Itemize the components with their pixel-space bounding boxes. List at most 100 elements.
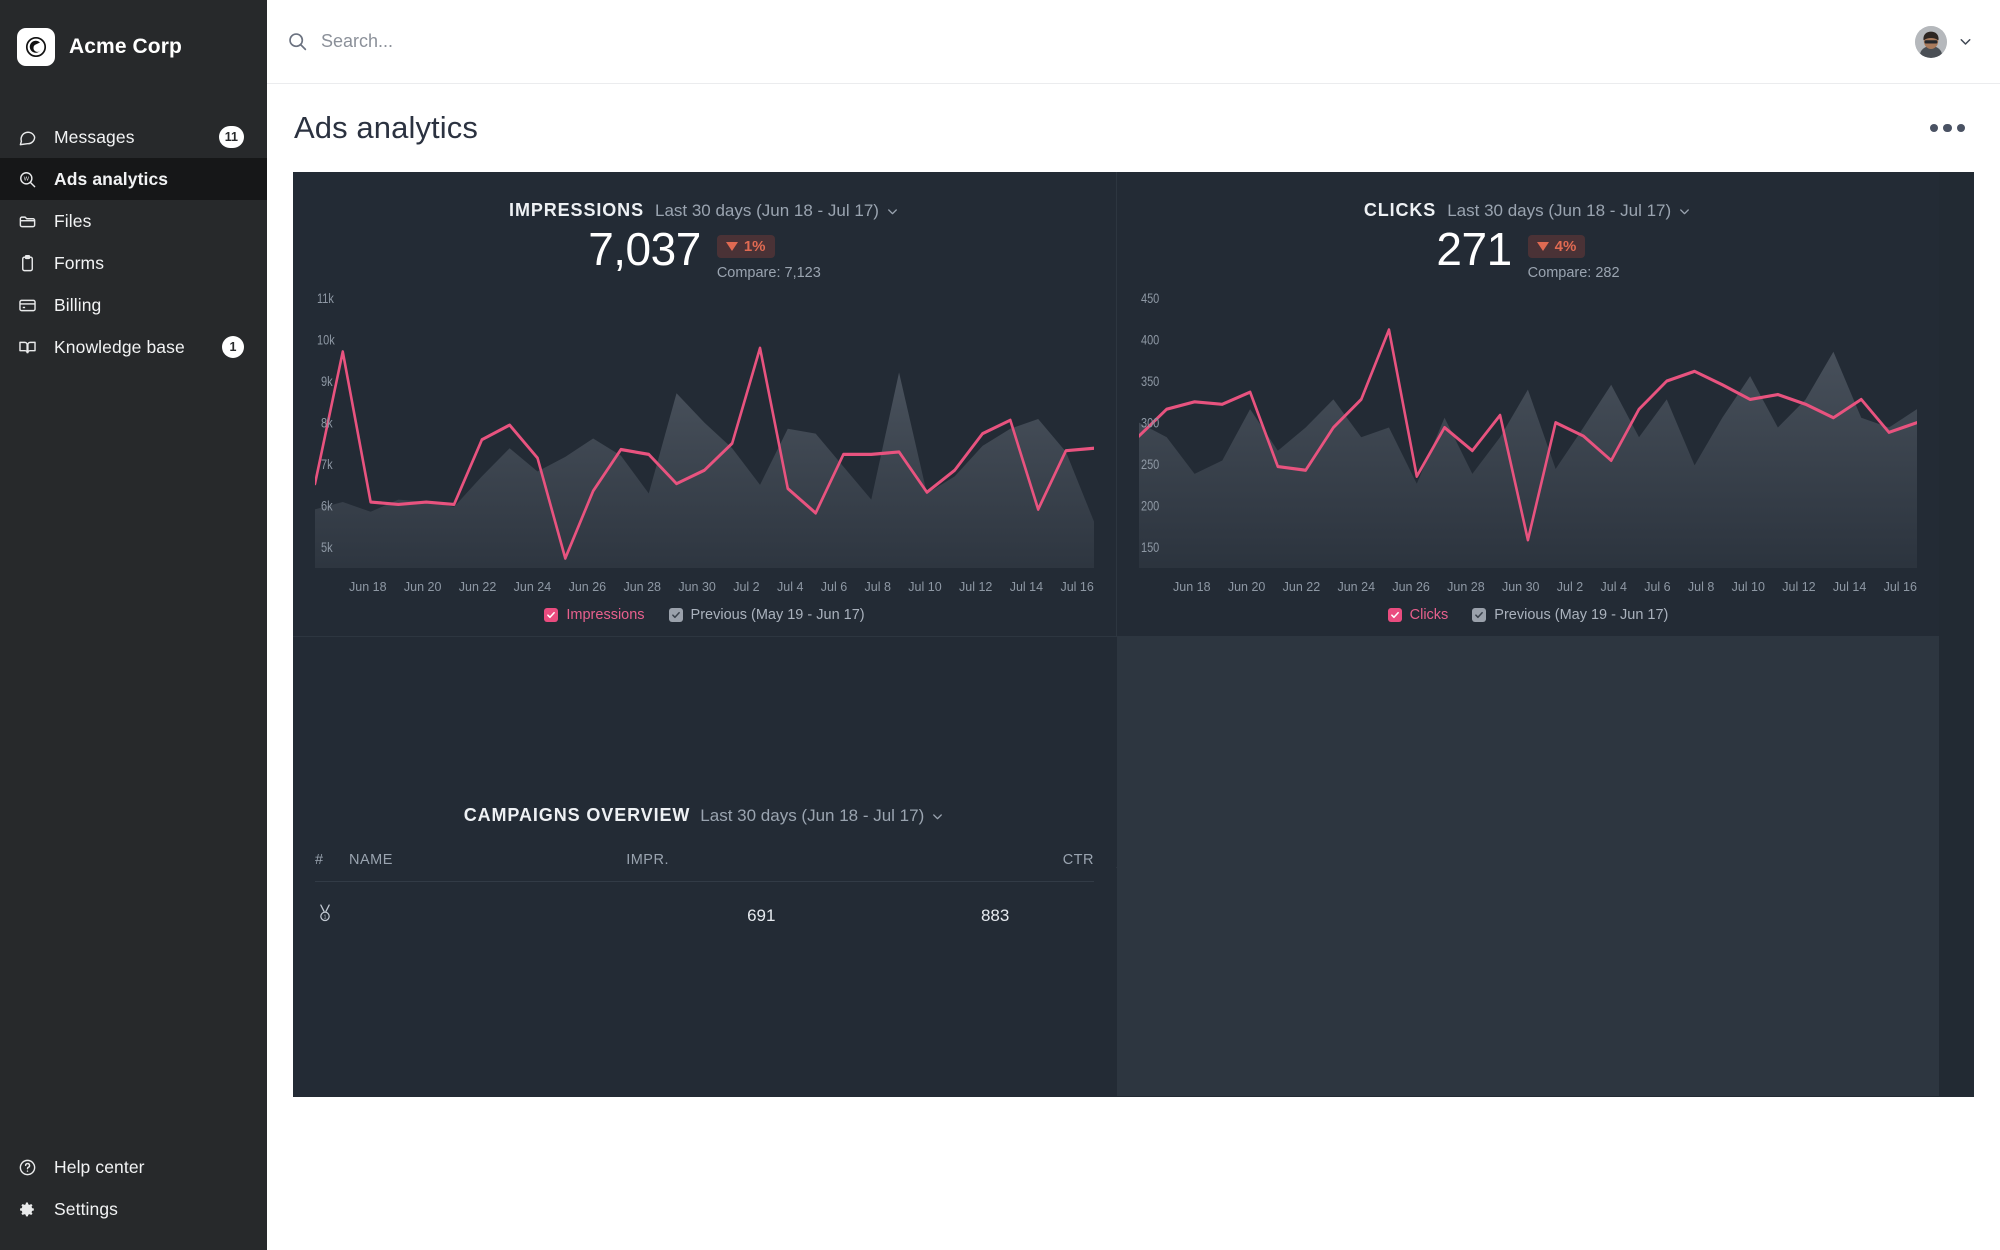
svg-text:5k: 5k — [321, 540, 333, 555]
triangle-down-icon — [725, 242, 738, 251]
sidebar-badge-knowledge-base: 1 — [222, 336, 244, 358]
compare-label: Compare: 7,123 — [716, 265, 821, 281]
svg-text:350: 350 — [1141, 374, 1159, 389]
sidebar-item-label: Ads analytics — [54, 168, 169, 189]
delta-value: 4% — [1554, 238, 1577, 255]
svg-text:400: 400 — [1141, 332, 1159, 347]
search-bar[interactable] — [287, 31, 1915, 52]
x-tick: Jul 4 — [1600, 580, 1627, 594]
svg-text:300: 300 — [1141, 415, 1159, 430]
sidebar-badge-messages: 11 — [218, 126, 244, 148]
checkbox-checked-icon[interactable] — [1472, 608, 1487, 622]
kpi-card-cost-per-conv: COST / CONV. Last 30 days (Jun 18 - Jul … — [1116, 868, 1117, 1096]
sidebar-item-label: Help center — [54, 1156, 145, 1177]
x-tick: Jun 24 — [1337, 580, 1376, 594]
legend-item-previous[interactable]: Previous (May 19 - Jun 17) — [668, 607, 865, 623]
legend-label: Impressions — [566, 607, 645, 623]
page-content: Ads analytics IMPRESSIONS Last 30 days (… — [267, 84, 2000, 1250]
x-tick: Jun 28 — [623, 580, 661, 594]
column-header-rank[interactable]: # — [315, 852, 349, 882]
x-tick: Jul 6 — [1644, 580, 1671, 594]
column-header-impr[interactable]: IMPR. — [626, 852, 896, 882]
x-tick: Jun 18 — [349, 580, 387, 594]
dot — [1943, 123, 1952, 133]
sidebar-bottom-nav: Help center Settings — [0, 1146, 267, 1230]
name-cell — [349, 882, 626, 929]
legend-item-clicks[interactable]: Clicks — [1387, 607, 1449, 623]
campaigns-table-head: # NAME IMPR. CTR — [315, 852, 1094, 882]
date-range-selector[interactable]: Last 30 days (Jun 18 - Jul 17) — [655, 201, 900, 221]
svg-text:7k: 7k — [321, 457, 333, 472]
legend-item-previous[interactable]: Previous (May 19 - Jun 17) — [1472, 607, 1668, 623]
sidebar-item-files[interactable]: Files — [0, 200, 267, 242]
help-circle-icon — [17, 1157, 37, 1177]
legend-item-impressions[interactable]: Impressions — [544, 607, 645, 623]
date-range-label: Last 30 days (Jun 18 - Jul 17) — [654, 201, 879, 220]
date-range-selector[interactable]: Last 30 days (Jun 18 - Jul 17) — [1447, 201, 1692, 221]
campaigns-header: CAMPAIGNS OVERVIEW Last 30 days (Jun 18 … — [315, 805, 1094, 826]
kpi-row-top: AVG. CPC Last 30 days (Jun 18 - Jul 17) … — [1116, 637, 1117, 867]
legend-label: Previous (May 19 - Jun 17) — [690, 607, 865, 623]
x-tick: Jul 16 — [1060, 580, 1094, 594]
impressions-delta-group: 1% Compare: 7,123 — [716, 223, 821, 281]
checkbox-checked-icon[interactable] — [1387, 608, 1402, 622]
status-badge: 1% — [716, 235, 775, 258]
x-tick: Jul 6 — [820, 580, 848, 594]
medal-icon: 1 — [315, 903, 335, 923]
dot — [1956, 123, 1965, 133]
impr-cell: 691 — [747, 905, 776, 925]
sidebar-item-messages[interactable]: Messages 11 — [0, 116, 267, 158]
column-header-ctr[interactable]: CTR — [896, 852, 1094, 882]
x-tick: Jul 12 — [1782, 580, 1816, 594]
triangle-down-icon — [1536, 242, 1549, 251]
x-tick: Jun 28 — [1447, 580, 1485, 594]
table-header-row: # NAME IMPR. CTR — [315, 852, 1094, 882]
date-range-selector[interactable]: Last 30 days (Jun 18 - Jul 17) — [700, 806, 945, 826]
sidebar-item-billing[interactable]: Billing — [0, 284, 267, 326]
dot — [1929, 123, 1938, 133]
checkbox-checked-icon[interactable] — [544, 608, 559, 622]
x-tick: Jul 2 — [733, 580, 760, 594]
impressions-legend: Impressions Previous (May 19 - Jun 17) — [315, 594, 1094, 636]
page-header: Ads analytics — [293, 84, 1974, 172]
svg-text:200: 200 — [1141, 499, 1159, 514]
x-tick: Jul 16 — [1883, 580, 1917, 594]
x-tick: Jul 14 — [1009, 580, 1044, 594]
svg-text:W: W — [23, 176, 29, 182]
search-input[interactable] — [321, 31, 741, 52]
date-range-label: Last 30 days (Jun 18 - Jul 17) — [1447, 201, 1672, 220]
kpi-row-bottom: COST / CONV. Last 30 days (Jun 18 - Jul … — [1116, 868, 1117, 1096]
ellipsis-icon[interactable] — [1922, 116, 1974, 141]
sidebar-item-knowledge-base[interactable]: Knowledge base 1 — [0, 326, 267, 368]
sidebar-item-settings[interactable]: Settings — [0, 1188, 267, 1230]
profile-menu[interactable] — [1915, 25, 1974, 58]
x-tick: Jun 26 — [1392, 580, 1430, 594]
svg-text:150: 150 — [1141, 540, 1159, 555]
ctr-cell: 883 — [980, 905, 1010, 925]
legend-label: Clicks — [1409, 607, 1449, 623]
clicks-value: 271 — [1436, 223, 1512, 275]
clicks-svg: 450 400 350 300 250 200 150 — [1139, 291, 1917, 568]
x-tick: Jun 30 — [1501, 580, 1540, 594]
brand[interactable]: Acme Corp — [0, 0, 267, 72]
dashboard-grid: IMPRESSIONS Last 30 days (Jun 18 - Jul 1… — [293, 172, 1974, 1097]
sidebar-item-ads-analytics[interactable]: W Ads analytics — [0, 158, 267, 200]
sidebar-item-help-center[interactable]: Help center — [0, 1146, 267, 1188]
x-tick: Jun 20 — [403, 580, 442, 594]
kpi-card-avg-cpc: AVG. CPC Last 30 days (Jun 18 - Jul 17) … — [1116, 637, 1117, 867]
table-row[interactable]: 1 691 883 — [315, 881, 1094, 929]
svg-text:250: 250 — [1141, 457, 1159, 472]
svg-text:11k: 11k — [317, 291, 335, 306]
clicks-chart-header: CLICKS Last 30 days (Jun 18 - Jul 17) — [1139, 200, 1917, 221]
date-range-label: Last 30 days (Jun 18 - Jul 17) — [700, 806, 925, 825]
impressions-x-axis: Jun 18 Jun 20 Jun 22 Jun 24 Jun 26 Jun 2… — [349, 580, 1094, 594]
sidebar-item-label: Forms — [54, 252, 105, 273]
x-tick: Jun 30 — [678, 580, 716, 594]
svg-text:9k: 9k — [321, 374, 333, 389]
topbar — [267, 0, 2000, 84]
column-header-name[interactable]: NAME — [349, 852, 626, 882]
sidebar-item-forms[interactable]: Forms — [0, 242, 267, 284]
spiral-logo-icon — [17, 28, 55, 66]
checkbox-checked-icon[interactable] — [668, 608, 683, 622]
impressions-plot: 11k 10k 9k 8k 7k 6k 5k Jun 18 Jun 20 Jun… — [315, 287, 1094, 594]
